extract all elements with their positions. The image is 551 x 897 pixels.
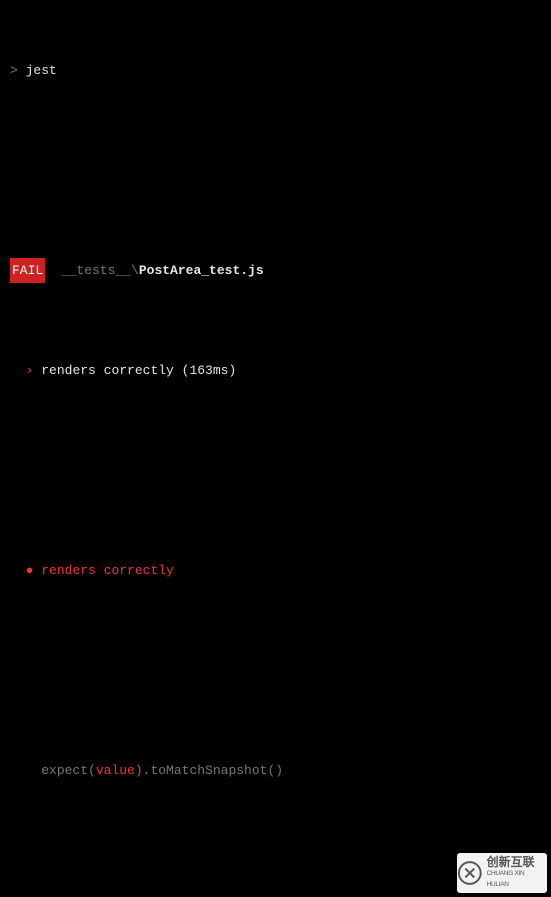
expect-text: expect( <box>41 758 96 783</box>
test-result-line: › renders correctly (163ms) <box>10 358 541 383</box>
test-file-header: FAIL __tests__\PostArea_test.js <box>10 258 541 283</box>
prompt-symbol: > <box>10 58 18 83</box>
fail-title: renders correctly <box>41 558 174 583</box>
logo-icon <box>457 860 483 886</box>
fail-badge: FAIL <box>10 258 45 283</box>
prompt-line: > jest <box>10 58 541 83</box>
watermark-en: CHUANG XIN HULIAN <box>487 868 547 890</box>
bullet-icon: ● <box>26 558 34 583</box>
test-path-prefix: __tests__\ <box>61 258 139 283</box>
assert-line: expect(value).toMatchSnapshot() <box>10 758 541 783</box>
test-file: PostArea_test.js <box>139 258 264 283</box>
jest-command: jest <box>26 58 57 83</box>
watermark-cn: 创新互联 <box>487 857 547 868</box>
cross-icon: › <box>26 358 34 383</box>
method-text: ).toMatchSnapshot() <box>135 758 283 783</box>
fail-title-line: ● renders correctly <box>10 558 541 583</box>
terminal: > jest FAIL __tests__\PostArea_test.js ›… <box>0 0 551 897</box>
test-result-text: renders correctly (163ms) <box>41 358 236 383</box>
value-text: value <box>96 758 135 783</box>
watermark-logo: 创新互联 CHUANG XIN HULIAN <box>457 853 547 893</box>
